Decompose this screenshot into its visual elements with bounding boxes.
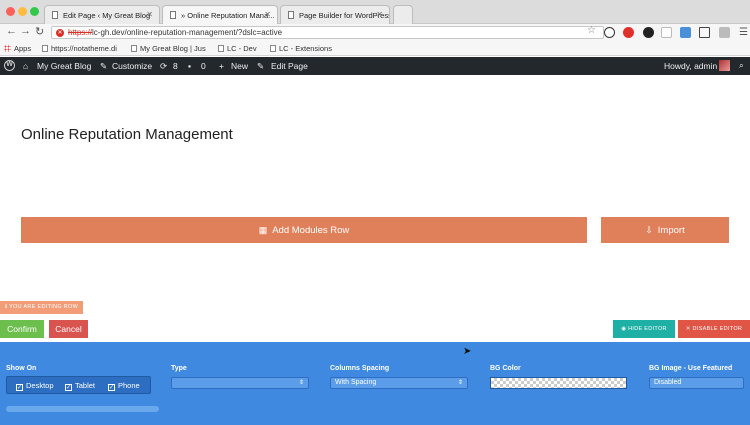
disable-editor-button[interactable]: ✕ DISABLE EDITOR (678, 320, 750, 338)
bg-color-picker[interactable] (490, 377, 627, 389)
extension-info-icon[interactable] (604, 27, 615, 38)
bookmark-lc-extensions[interactable]: LC - Extensions (270, 44, 332, 53)
close-tab-icon[interactable]: ✕ (376, 10, 383, 19)
pencil-icon[interactable]: ✎ (257, 61, 264, 72)
address-bar: ← → ↻ ✕ https://lc-gh.dev/online-reputat… (0, 24, 750, 41)
hide-editor-button[interactable]: ◉ HIDE EDITOR (613, 320, 675, 338)
bookmarks-bar: Apps https://notatheme.di My Great Blog … (0, 41, 750, 56)
panel-scrollbar[interactable] (6, 406, 159, 412)
apps-grid-icon (4, 45, 11, 52)
url-input[interactable]: ✕ https://lc-gh.dev/online-reputation-ma… (51, 26, 604, 39)
bookmark-apps[interactable]: Apps (4, 44, 31, 53)
wp-admin-bar: W ⌂ My Great Blog ✎ Customize ⟳ 8 ▪ 0 + … (0, 57, 750, 75)
customize-link[interactable]: Customize (112, 61, 152, 71)
mouse-cursor-icon: ➤ (463, 346, 472, 357)
bg-color-label: BG Color (490, 365, 521, 372)
close-icon: ✕ (685, 326, 693, 332)
edit-page-link[interactable]: Edit Page (271, 61, 308, 71)
tab-label: Edit Page ‹ My Great Blog (63, 11, 151, 20)
show-on-options: ✓ Desktop ✓ Tablet ✓ Phone (6, 376, 151, 394)
tab-online-reputation[interactable]: » Online Reputation Mana... ✕ (162, 5, 278, 24)
site-name-link[interactable]: My Great Blog (37, 61, 91, 71)
browser-menu-icon[interactable]: ☰ (739, 27, 748, 38)
check-icon: ✓ (65, 384, 72, 391)
page-icon (270, 45, 276, 52)
bookmark-star-icon[interactable]: ☆ (587, 25, 596, 36)
page-icon (170, 11, 176, 19)
check-icon: ✓ (16, 384, 23, 391)
plus-extension-icon[interactable] (661, 27, 672, 38)
show-on-label: Show On (6, 365, 37, 372)
bg-image-select[interactable]: Disabled (649, 377, 744, 389)
confirm-button[interactable]: Confirm (0, 320, 44, 338)
new-tab-button[interactable] (393, 5, 413, 24)
cancel-button[interactable]: Cancel (49, 320, 88, 338)
type-label: Type (171, 365, 187, 372)
wordpress-logo-icon[interactable]: W (4, 60, 15, 71)
url-path: lc-gh.dev/online-reputation-management/?… (92, 28, 283, 37)
comments-icon[interactable]: ▪ (188, 61, 191, 71)
close-tab-icon[interactable]: ✕ (146, 10, 153, 19)
show-on-desktop-checkbox[interactable]: ✓ Desktop (16, 381, 54, 391)
site-home-icon[interactable]: ⌂ (23, 61, 28, 71)
maximize-window-icon[interactable] (30, 7, 39, 16)
search-icon[interactable]: ⌕ (739, 60, 744, 71)
show-on-tablet-checkbox[interactable]: ✓ Tablet (65, 381, 95, 391)
page-icon (131, 45, 137, 52)
page-icon (52, 11, 58, 19)
page-icon (42, 45, 48, 52)
type-select[interactable]: ⇕ (171, 377, 309, 389)
screen: Edit Page ‹ My Great Blog ✕ » Online Rep… (0, 0, 750, 425)
columns-spacing-label: Columns Spacing (330, 365, 390, 372)
minimize-window-icon[interactable] (18, 7, 27, 16)
tab-page-builder[interactable]: Page Builder for WordPress ✕ (280, 5, 390, 24)
add-modules-row-button[interactable]: ▦ Add Modules Row (21, 217, 587, 243)
back-icon[interactable]: ← (6, 25, 17, 37)
import-button[interactable]: ⇩ Import (601, 217, 729, 243)
avatar[interactable] (719, 60, 730, 71)
check-icon: ✓ (108, 384, 115, 391)
row-options-panel: Show On ✓ Desktop ✓ Tablet ✓ Phone Type ⇕ C… (0, 342, 750, 425)
show-on-phone-checkbox[interactable]: ✓ Phone (108, 381, 140, 391)
tab-strip: Edit Page ‹ My Great Blog ✕ » Online Rep… (0, 0, 750, 24)
close-tab-icon[interactable]: ✕ (264, 10, 271, 19)
howdy-link[interactable]: Howdy, admin (664, 61, 717, 71)
comments-count[interactable]: 0 (201, 61, 206, 71)
import-icon: ⇩ (645, 225, 653, 235)
page-icon (218, 45, 224, 52)
screen-extension-icon[interactable] (699, 27, 710, 38)
grey-extension-icon[interactable] (719, 27, 730, 38)
select-arrow-icon: ⇕ (298, 380, 304, 386)
page-icon (288, 11, 294, 19)
customize-icon[interactable]: ✎ (100, 61, 107, 72)
url-scheme: https:// (68, 28, 93, 37)
page-title: Online Reputation Management (21, 126, 233, 143)
bookmark-notatheme[interactable]: https://notatheme.di (42, 44, 117, 53)
reload-icon[interactable]: ↻ (35, 25, 44, 38)
plus-icon[interactable]: + (219, 61, 224, 71)
forward-icon[interactable]: → (20, 25, 31, 37)
bg-image-label: BG Image - Use Featured (649, 365, 733, 372)
select-arrow-icon: ⇕ (457, 380, 463, 386)
new-link[interactable]: New (231, 61, 248, 71)
opera-extension-icon[interactable] (623, 27, 634, 38)
updates-count[interactable]: 8 (173, 61, 178, 71)
close-window-icon[interactable] (6, 7, 15, 16)
tab-edit-page[interactable]: Edit Page ‹ My Great Blog ✕ (44, 5, 160, 24)
bookmark-lc-dev[interactable]: LC - Dev (218, 44, 257, 53)
insecure-lock-icon: ✕ (56, 29, 64, 37)
tab-label: » Online Reputation Mana... (181, 11, 275, 20)
blue-extension-icon[interactable] (680, 27, 691, 38)
grid-icon: ▦ (258, 225, 268, 235)
bookmark-my-great-blog[interactable]: My Great Blog | Jus (131, 44, 206, 53)
dark-extension-icon[interactable] (643, 27, 654, 38)
updates-icon[interactable]: ⟳ (160, 61, 167, 72)
columns-spacing-select[interactable]: With Spacing ⇕ (330, 377, 468, 389)
editing-row-tag: ℹ YOU ARE EDITING ROW (0, 301, 84, 314)
